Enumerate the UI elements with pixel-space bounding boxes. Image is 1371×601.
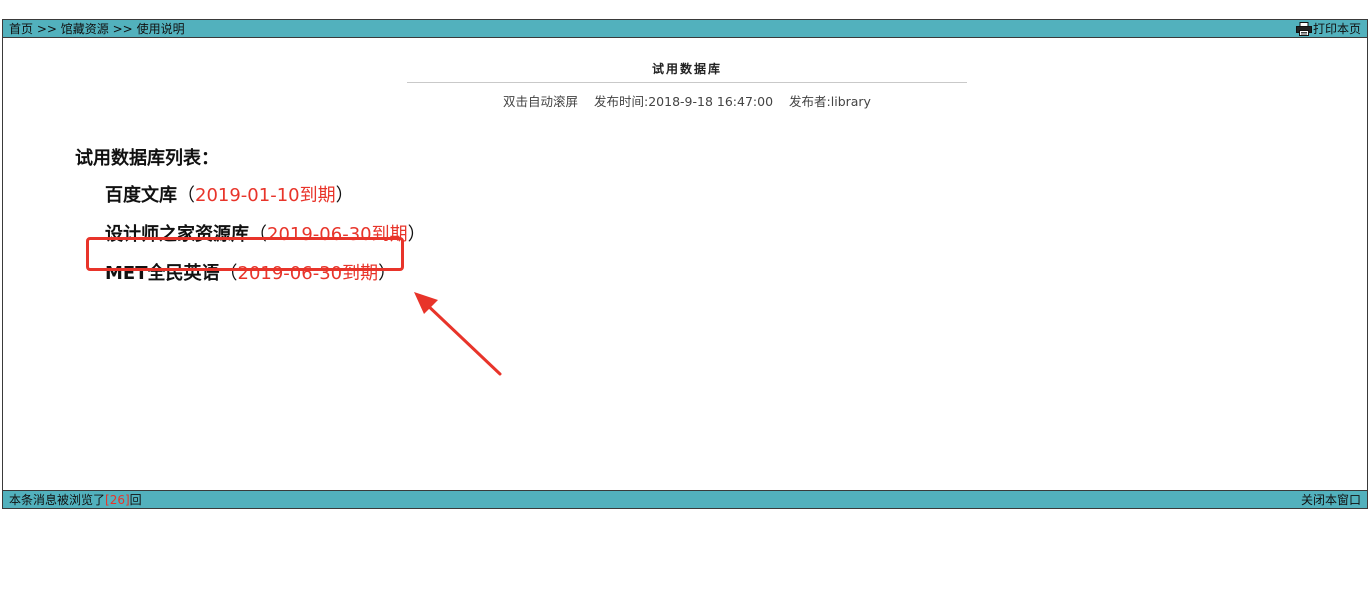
view-count-text: 本条消息被浏览了[26]回 (9, 493, 142, 507)
article-meta: 双击自动滚屏 发布时间:2018-9-18 16:47:00 发布者:libra… (407, 91, 967, 110)
breadcrumb-separator: >> (112, 22, 133, 36)
highlight-box (86, 237, 404, 271)
breadcrumb-current: 使用说明 (136, 22, 185, 36)
database-name-baidu-wenku[interactable]: 百度文库 (105, 185, 177, 206)
database-list-heading: 试用数据库列表： (75, 148, 219, 169)
close-window-link[interactable]: 关闭本窗口 (1301, 493, 1361, 507)
publisher: 发布者:library (789, 94, 871, 109)
database-list-item: 百度文库（2019-01-10到期） (105, 183, 426, 209)
expiry-date: 2019-01-10到期 (195, 185, 336, 206)
breadcrumb-separator: >> (36, 22, 57, 36)
article-body: 试用数据库列表： 百度文库（2019-01-10到期） 设计师之家资源库（201… (75, 146, 426, 300)
auto-scroll-hint[interactable]: 双击自动滚屏 (503, 94, 578, 109)
close-paren: ） (335, 185, 354, 206)
title-divider (407, 82, 967, 83)
breadcrumb-bar: 首页 >> 馆藏资源 >> 使用说明 打印本页 (3, 20, 1367, 38)
view-count-prefix: 本条消息被浏览了 (9, 493, 106, 507)
view-count: 26 (109, 493, 125, 507)
print-page-label: 打印本页 (1312, 22, 1361, 36)
publish-time: 发布时间:2018-9-18 16:47:00 (594, 94, 774, 109)
close-paren: ） (407, 224, 426, 245)
print-page-link[interactable]: 打印本页 (1295, 20, 1361, 38)
red-arrow-icon (414, 292, 502, 376)
breadcrumb-section-link[interactable]: 馆藏资源 (61, 22, 109, 36)
view-count-suffix: 回 (129, 493, 142, 507)
breadcrumb: 首页 >> 馆藏资源 >> 使用说明 (9, 22, 185, 36)
breadcrumb-home-link[interactable]: 首页 (9, 22, 33, 36)
open-paren: （ (177, 185, 195, 206)
printer-icon (1295, 22, 1312, 36)
footer-bar: 本条消息被浏览了[26]回 关闭本窗口 (3, 490, 1367, 508)
article-title: 试用数据库 (651, 62, 722, 76)
